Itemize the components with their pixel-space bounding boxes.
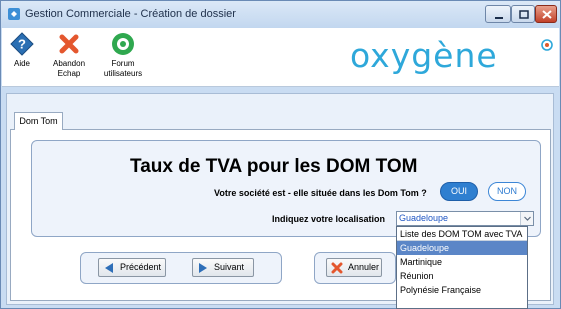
dropdown-option[interactable]: Réunion [397, 269, 527, 283]
forum-label: Forum utilisateurs [103, 59, 143, 78]
logo-mark-icon [541, 39, 553, 51]
aide-button[interactable]: ? Aide [10, 32, 34, 69]
next-button[interactable]: Suivant [192, 258, 254, 277]
title-bar[interactable]: Gestion Commerciale - Création de dossie… [1, 1, 560, 28]
non-button[interactable]: NON [488, 182, 526, 201]
toolbar: ? Aide Abandon Echap Forum utilisateurs … [2, 28, 559, 86]
close-button[interactable] [535, 5, 557, 23]
minimize-button[interactable] [485, 5, 511, 23]
abandon-label: Abandon Echap [52, 59, 86, 78]
svg-text:?: ? [18, 37, 26, 52]
arrow-left-icon [105, 263, 113, 273]
dropdown-header: Liste des DOM TOM avec TVA [397, 227, 527, 241]
cancel-label: Annuler [348, 262, 380, 272]
cancel-x-icon [331, 262, 343, 274]
page-title: Taux de TVA pour les DOM TOM [130, 156, 418, 177]
dropdown-option[interactable]: Polynésie Française [397, 283, 527, 297]
oui-button[interactable]: OUI [440, 182, 478, 201]
localisation-dropdown-list: Liste des DOM TOM avec TVA Guadeloupe Ma… [396, 226, 528, 309]
window-title: Gestion Commerciale - Création de dossie… [25, 8, 236, 20]
localisation-label: Indiquez votre localisation [272, 214, 386, 224]
forum-icon [112, 33, 134, 55]
localisation-value: Guadeloupe [399, 213, 449, 223]
abandon-button[interactable]: Abandon Echap [48, 32, 90, 79]
logo-text: oxygène [350, 36, 498, 75]
help-icon: ? [10, 32, 34, 56]
arrow-right-icon [199, 263, 207, 273]
chevron-down-icon [524, 216, 531, 221]
oxygene-logo: oxygène [350, 36, 553, 80]
previous-button[interactable]: Précédent [98, 258, 166, 277]
dropdown-arrow[interactable] [520, 212, 533, 225]
previous-label: Précédent [120, 262, 162, 272]
cancel-button[interactable]: Annuler [326, 258, 382, 277]
aide-label: Aide [13, 59, 30, 68]
minimize-icon [495, 17, 503, 19]
maximize-icon [519, 10, 529, 19]
toolbar-divider [2, 86, 559, 87]
next-label: Suivant [214, 262, 245, 272]
cancel-x-icon [59, 34, 79, 54]
localisation-select[interactable]: Guadeloupe [396, 211, 534, 226]
app-icon [8, 8, 20, 20]
maximize-button[interactable] [511, 5, 535, 23]
tab-dom-tom[interactable]: Dom Tom [14, 112, 63, 130]
dropdown-option[interactable]: Martinique [397, 255, 527, 269]
close-icon [542, 10, 552, 19]
dom-tom-question: Votre société est - elle située dans les… [214, 188, 427, 198]
dropdown-option[interactable]: Guadeloupe [397, 241, 527, 255]
forum-button[interactable]: Forum utilisateurs [98, 32, 148, 79]
